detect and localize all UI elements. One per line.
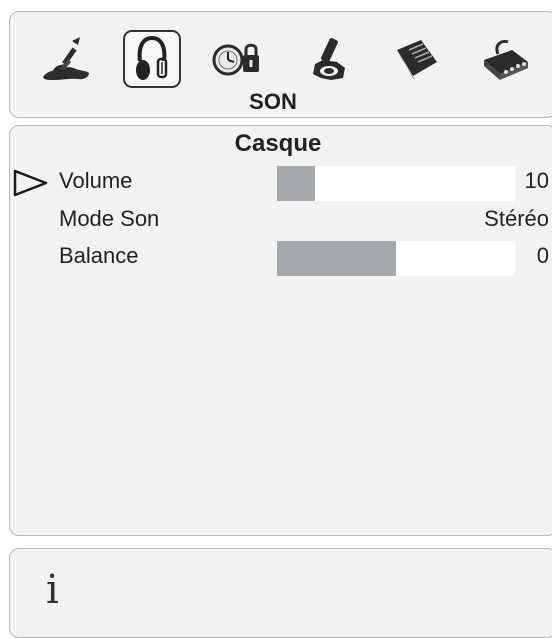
volume-label: Volume	[59, 168, 133, 193]
selection-arrow-icon	[13, 169, 48, 197]
sound-mode-label: Mode Son	[59, 206, 160, 231]
info-icon: i	[46, 567, 59, 613]
sound-mode-value[interactable]: Stéréo	[484, 206, 549, 232]
sound-mode-row[interactable]: Mode Son Stéréo	[0, 204, 552, 234]
menu-title: SON	[249, 89, 297, 114]
headphones-icon[interactable]	[123, 30, 181, 88]
balance-label: Balance	[59, 243, 139, 268]
menu-bar: SON	[9, 11, 552, 118]
volume-slider[interactable]	[277, 166, 515, 201]
clock-lock-icon[interactable]	[209, 30, 267, 88]
settings-wrench-icon[interactable]	[300, 30, 358, 88]
volume-row[interactable]: Volume 10	[0, 166, 552, 201]
balance-row[interactable]: Balance 0	[0, 241, 552, 276]
guide-book-icon[interactable]	[388, 30, 446, 88]
volume-value: 10	[524, 168, 549, 193]
section-title: Casque	[234, 130, 322, 157]
picture-brush-icon[interactable]	[37, 30, 95, 88]
balance-slider[interactable]	[277, 241, 515, 276]
balance-value: 0	[536, 243, 549, 268]
source-connector-icon[interactable]	[476, 30, 534, 88]
volume-slider-fill	[277, 166, 316, 201]
balance-slider-fill	[277, 241, 396, 276]
info-panel: i	[9, 548, 552, 638]
